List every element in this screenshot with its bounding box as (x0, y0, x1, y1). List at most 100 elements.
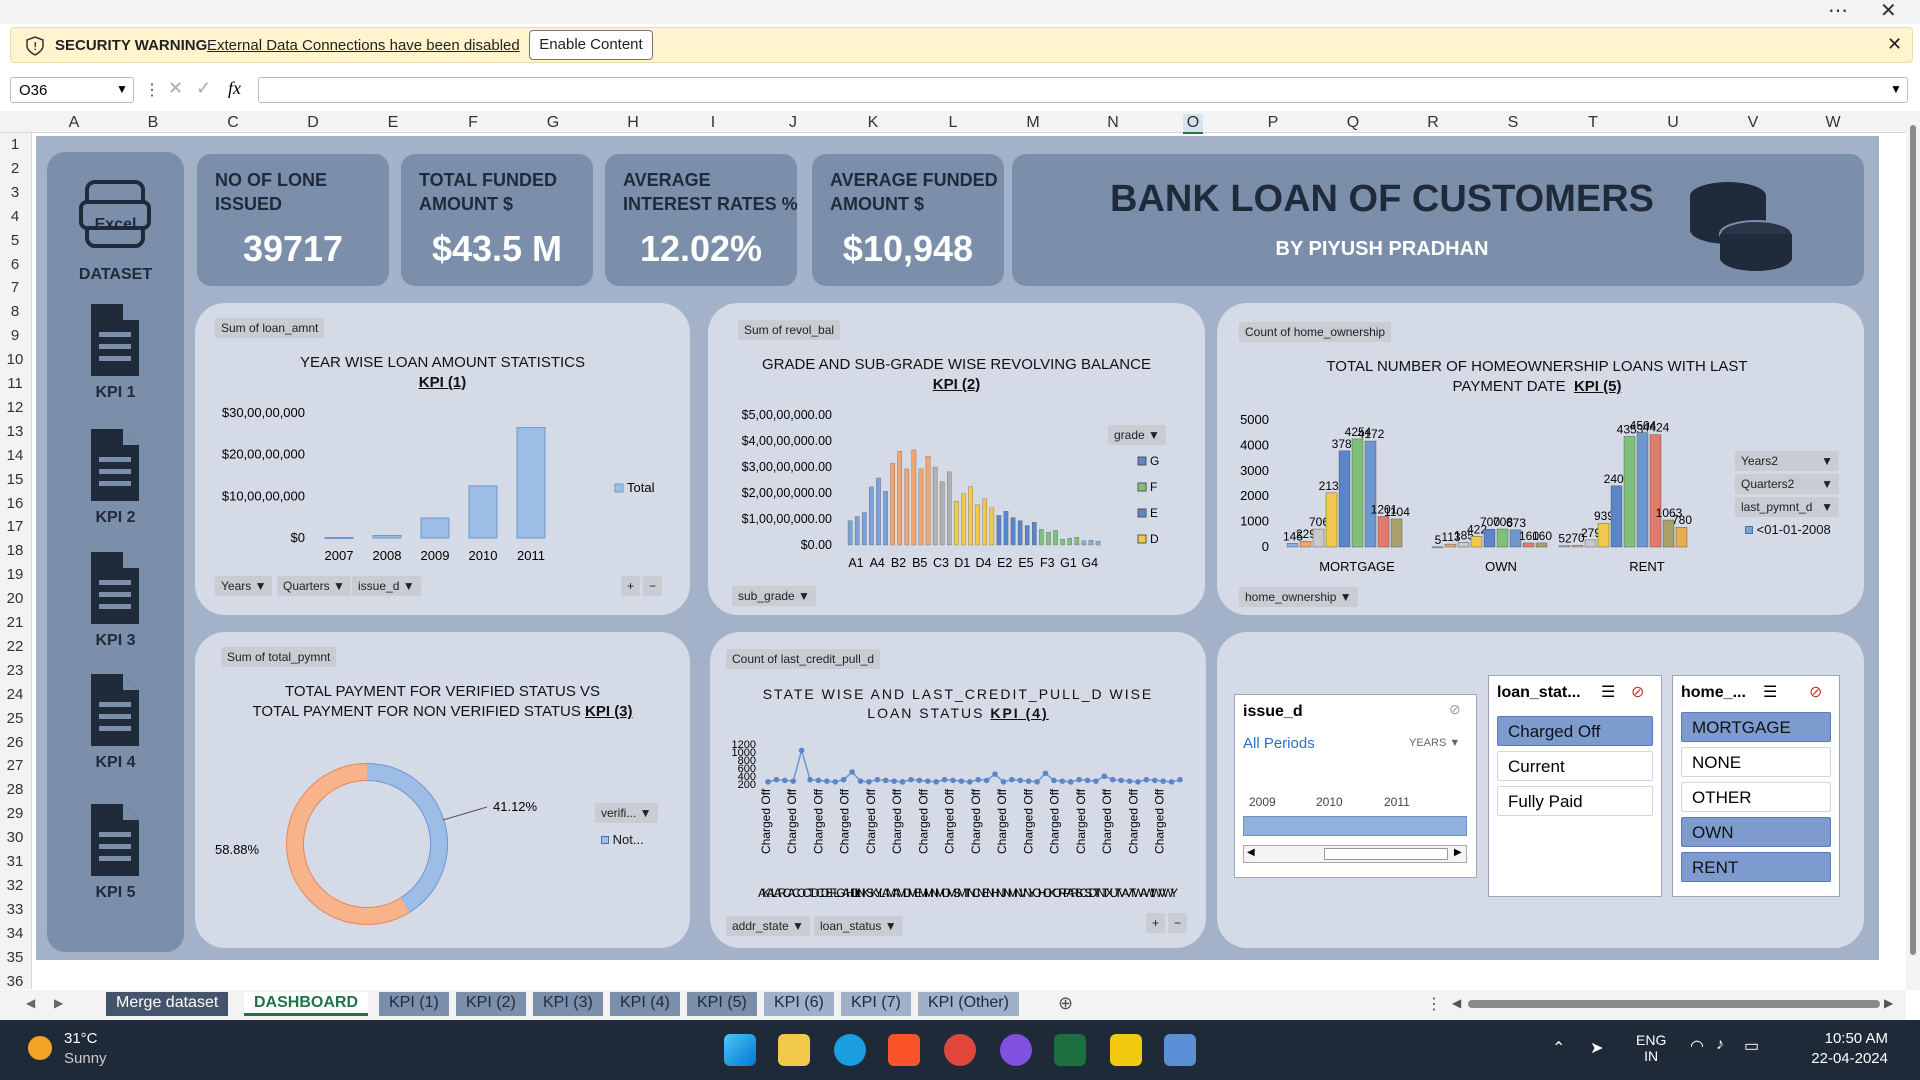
row-header[interactable]: 8 (0, 303, 30, 320)
clear-filter-icon[interactable]: ⊘ (1449, 701, 1461, 718)
clear-filter-icon[interactable]: ⊘ (1631, 682, 1644, 702)
telegram-icon[interactable]: ➤ (1590, 1038, 1603, 1058)
tab-kpi-other[interactable]: KPI (Other) (918, 992, 1019, 1016)
excel-app-icon[interactable] (1054, 1034, 1086, 1066)
column-header[interactable]: W (1823, 114, 1843, 132)
document-icon[interactable] (83, 672, 147, 750)
battery-icon[interactable]: ▭ (1744, 1036, 1759, 1056)
expand-formula-icon[interactable]: ▼ (1890, 82, 1902, 96)
row-header[interactable]: 20 (0, 590, 30, 607)
slicer-item-other[interactable]: OTHER (1681, 782, 1831, 812)
multi-select-icon[interactable]: ☰ (1601, 682, 1615, 702)
row-header[interactable]: 32 (0, 877, 30, 894)
snipping-tool-icon[interactable] (1164, 1034, 1196, 1066)
chrome-browser-icon[interactable] (944, 1034, 976, 1066)
slicer-item-rent[interactable]: RENT (1681, 852, 1831, 882)
tab-dashboard[interactable]: DASHBOARD (244, 992, 368, 1016)
issue-date-timeline[interactable]: issue_d ⊘ All Periods YEARS ▼ 2009 2010 … (1234, 694, 1477, 878)
sidebar-item-kpi[interactable]: KPI 3 (47, 632, 184, 650)
tab-kpi-7[interactable]: KPI (7) (841, 992, 911, 1016)
timeline-unit[interactable]: YEARS ▼ (1409, 737, 1460, 749)
close-warning-icon[interactable]: ✕ (1887, 34, 1902, 55)
document-icon[interactable] (83, 427, 147, 505)
addr-state-dropdown[interactable]: addr_state ▼ (726, 916, 810, 936)
expand-field-button[interactable]: + (1146, 913, 1166, 933)
weather-desc[interactable]: Sunny (64, 1050, 107, 1067)
function-icon[interactable]: fx (228, 78, 241, 99)
row-header[interactable]: 4 (0, 208, 30, 225)
row-header[interactable]: 16 (0, 495, 30, 512)
column-header[interactable]: L (943, 114, 963, 132)
scroll-left-icon[interactable]: ◀ (1247, 847, 1255, 858)
edge-browser-icon[interactable] (834, 1034, 866, 1066)
timeline-scroll-thumb[interactable] (1324, 848, 1448, 860)
years-dropdown[interactable]: Years ▼ (215, 576, 273, 596)
years2-dropdown[interactable]: Years2 ▼ (1735, 451, 1839, 471)
horizontal-scrollbar[interactable] (1468, 1000, 1880, 1008)
sidebar-item-kpi[interactable]: KPI 5 (47, 884, 184, 902)
column-header[interactable]: D (303, 114, 323, 132)
chevron-up-icon[interactable]: ⌃ (1552, 1038, 1565, 1058)
slicer-item-charged-off[interactable]: Charged Off (1497, 716, 1653, 746)
windows-start-icon[interactable] (724, 1034, 756, 1066)
row-header[interactable]: 1 (0, 136, 30, 153)
tab-merge-dataset[interactable]: Merge dataset (106, 992, 229, 1016)
dataset-label[interactable]: DATASET (47, 266, 184, 284)
column-header[interactable]: C (223, 114, 243, 132)
volume-icon[interactable]: ♪ (1716, 1036, 1724, 1054)
sidebar-item-kpi[interactable]: KPI 2 (47, 509, 184, 527)
loan-status-slicer[interactable]: loan_stat... ☰ ⊘ Charged Off Current Ful… (1488, 675, 1662, 897)
tab-kpi-6[interactable]: KPI (6) (764, 992, 834, 1016)
row-header[interactable]: 7 (0, 279, 30, 296)
column-header[interactable]: U (1663, 114, 1683, 132)
column-header[interactable]: Q (1343, 114, 1363, 132)
row-header[interactable]: 3 (0, 184, 30, 201)
column-header[interactable]: S (1503, 114, 1523, 132)
row-header[interactable]: 14 (0, 447, 30, 464)
row-header[interactable]: 19 (0, 566, 30, 583)
document-icon[interactable] (83, 802, 147, 880)
row-header[interactable]: 2 (0, 160, 30, 177)
column-header[interactable]: I (703, 114, 723, 132)
row-header[interactable]: 25 (0, 710, 30, 727)
timeline-bar[interactable] (1243, 816, 1467, 836)
slicer-item-fully-paid[interactable]: Fully Paid (1497, 786, 1653, 816)
weather-sun-icon[interactable] (28, 1036, 52, 1060)
row-header[interactable]: 13 (0, 423, 30, 440)
tab-kpi-3[interactable]: KPI (3) (533, 992, 603, 1016)
multi-select-icon[interactable]: ☰ (1763, 682, 1777, 702)
row-header[interactable]: 15 (0, 471, 30, 488)
row-header[interactable]: 22 (0, 638, 30, 655)
scroll-left-icon[interactable]: ◀ (1452, 996, 1461, 1010)
enable-content-button[interactable]: Enable Content (529, 30, 653, 60)
grade-dropdown[interactable]: grade ▼ (1108, 425, 1166, 445)
document-icon[interactable] (83, 550, 147, 628)
scrollbar-thumb[interactable] (1910, 125, 1916, 955)
row-header[interactable]: 5 (0, 232, 30, 249)
column-header[interactable]: R (1423, 114, 1443, 132)
wifi-icon[interactable]: ◠ (1690, 1036, 1704, 1056)
row-header[interactable]: 31 (0, 853, 30, 870)
clock-time[interactable]: 10:50 AM (1788, 1030, 1888, 1047)
tab-kpi-2[interactable]: KPI (2) (456, 992, 526, 1016)
verification-dropdown[interactable]: verifi... ▼ (595, 803, 658, 823)
document-icon[interactable] (83, 302, 147, 380)
scroll-right-icon[interactable]: ▶ (1884, 996, 1893, 1010)
file-explorer-icon[interactable] (778, 1034, 810, 1066)
loan-status-dropdown[interactable]: loan_status ▼ (814, 916, 903, 936)
column-header[interactable]: A (64, 114, 84, 132)
sub-grade-dropdown[interactable]: sub_grade ▼ (732, 586, 816, 606)
row-header[interactable]: 24 (0, 686, 30, 703)
column-header[interactable]: O (1183, 114, 1203, 134)
row-header[interactable]: 10 (0, 351, 30, 368)
row-header[interactable]: 35 (0, 949, 30, 966)
row-header[interactable]: 11 (0, 375, 30, 392)
sidebar-item-kpi[interactable]: KPI 1 (47, 384, 184, 402)
weather-temp[interactable]: 31°C (64, 1030, 98, 1047)
sidebar-item-kpi[interactable]: KPI 4 (47, 754, 184, 772)
row-header[interactable]: 29 (0, 805, 30, 822)
tab-scroll-left-icon[interactable]: ◀ (26, 996, 35, 1010)
power-bi-icon[interactable] (1110, 1034, 1142, 1066)
column-header[interactable]: G (543, 114, 563, 132)
clear-filter-icon[interactable]: ⊘ (1809, 682, 1822, 702)
